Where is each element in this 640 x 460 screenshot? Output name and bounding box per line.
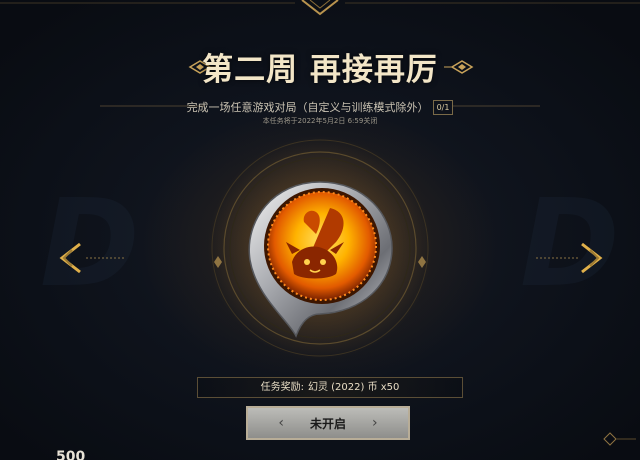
reward-value: 幻灵 (2022) 币 x50 xyxy=(307,382,400,393)
deadline-note: 本任务将于2022年5月2日 6:59关闭 xyxy=(262,117,378,125)
start-button[interactable]: ‹ 未开启 › xyxy=(246,406,410,440)
event-panel: D D 第二周 再接再厉 完成一场任意游戏对局（自定义与训练模式除外） 0/1 本… xyxy=(0,0,640,460)
corner-ornament xyxy=(603,432,636,446)
task-description-row: 完成一场任意游戏对局（自定义与训练模式除外） 0/1 xyxy=(0,99,640,115)
task-progress-badge: 0/1 xyxy=(432,100,454,115)
bottom-counter: 500 xyxy=(56,449,86,460)
task-description: 完成一场任意游戏对局（自定义与训练模式除外） xyxy=(186,101,429,114)
chevron-right-icon[interactable] xyxy=(578,240,608,276)
start-button-label: 未开启 xyxy=(309,416,346,431)
reward-label: 任务奖励: xyxy=(260,382,304,393)
title-ornament-right xyxy=(444,60,474,74)
background-watermark-right: D xyxy=(520,175,624,314)
button-chevron-right-icon: › xyxy=(372,415,378,431)
top-frame-ornament xyxy=(0,0,640,16)
reward-bar: 任务奖励: 幻灵 (2022) 币 x50 xyxy=(197,377,463,398)
event-title: 第二周 再接再厉 xyxy=(202,52,438,88)
side-guide-lines xyxy=(86,257,578,259)
chevron-left-icon[interactable] xyxy=(54,240,84,276)
button-chevron-left-icon: ‹ xyxy=(278,415,284,431)
